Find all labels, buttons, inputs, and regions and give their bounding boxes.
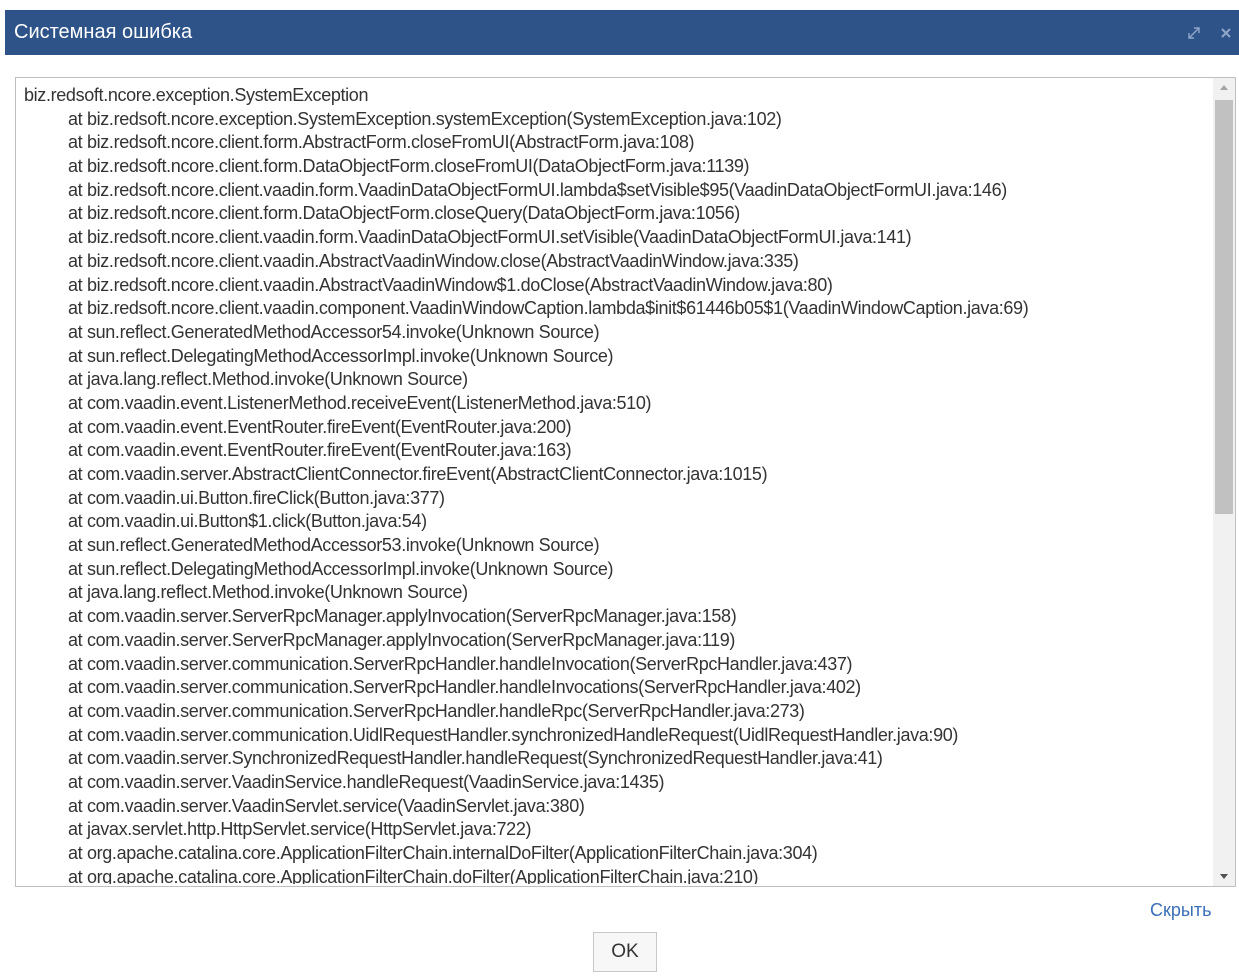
dialog-titlebar[interactable]: Системная ошибка	[5, 10, 1239, 55]
scroll-up-arrow-icon[interactable]	[1213, 78, 1235, 98]
stack-frame: at com.vaadin.server.communication.Serve…	[68, 653, 853, 674]
stack-frame: at com.vaadin.server.ServerRpcManager.ap…	[68, 606, 737, 627]
stack-frame: at java.lang.reflect.Method.invoke(Unkno…	[68, 582, 468, 603]
stack-frame: at com.vaadin.server.SynchronizedRequest…	[68, 748, 883, 769]
stack-trace-box[interactable]: biz.redsoft.ncore.exception.SystemExcept…	[15, 77, 1236, 887]
dialog-title: Системная ошибка	[14, 21, 193, 43]
stack-trace-text: biz.redsoft.ncore.exception.SystemExcept…	[24, 84, 1212, 884]
stack-frame: at biz.redsoft.ncore.client.vaadin.compo…	[68, 298, 1029, 319]
stack-frame: at org.apache.catalina.core.ApplicationF…	[68, 843, 818, 863]
maximize-icon[interactable]	[1185, 24, 1203, 42]
stack-frame: at sun.reflect.DelegatingMethodAccessorI…	[68, 558, 614, 579]
stack-frame: at com.vaadin.server.communication.UidlR…	[68, 724, 959, 745]
stack-frame: at com.vaadin.server.communication.Serve…	[68, 677, 861, 698]
stack-frame: at sun.reflect.GeneratedMethodAccessor53…	[68, 535, 600, 556]
exception-name: biz.redsoft.ncore.exception.SystemExcept…	[24, 85, 369, 105]
stack-frame: at com.vaadin.server.ServerRpcManager.ap…	[68, 629, 736, 650]
stack-frame: at com.vaadin.server.VaadinServlet.servi…	[68, 795, 585, 816]
stack-frame: at org.apache.catalina.core.ApplicationF…	[68, 866, 759, 884]
stack-frame: at com.vaadin.ui.Button$1.click(Button.j…	[68, 511, 427, 532]
stack-frame: at biz.redsoft.ncore.client.vaadin.Abstr…	[68, 250, 799, 271]
stack-frame: at com.vaadin.event.ListenerMethod.recei…	[68, 392, 652, 413]
scroll-thumb[interactable]	[1215, 100, 1233, 514]
stack-frame: at java.lang.reflect.Method.invoke(Unkno…	[68, 369, 468, 390]
stack-frame: at com.vaadin.server.AbstractClientConne…	[68, 464, 768, 484]
ok-button[interactable]: OK	[593, 932, 657, 972]
stack-frame: at biz.redsoft.ncore.client.form.Abstrac…	[68, 132, 695, 153]
close-icon[interactable]	[1217, 24, 1235, 42]
stack-frame: at com.vaadin.ui.Button.fireClick(Button…	[68, 487, 445, 508]
stack-frame: at biz.redsoft.ncore.client.form.DataObj…	[68, 203, 740, 224]
stack-frame: at sun.reflect.GeneratedMethodAccessor54…	[68, 321, 600, 342]
stack-frame: at sun.reflect.DelegatingMethodAccessorI…	[68, 345, 614, 366]
system-error-dialog: Системная ошибка biz.redsoft.ncore.excep…	[0, 0, 1239, 978]
stack-frame: at biz.redsoft.ncore.client.vaadin.Abstr…	[68, 274, 833, 295]
vertical-scrollbar[interactable]	[1213, 78, 1235, 886]
stack-frame: at com.vaadin.server.VaadinService.handl…	[68, 771, 665, 792]
scroll-down-arrow-icon[interactable]	[1213, 866, 1235, 886]
stack-frame: at com.vaadin.event.EventRouter.fireEven…	[68, 440, 572, 461]
stack-frame: at biz.redsoft.ncore.client.vaadin.form.…	[68, 227, 912, 248]
stack-frame: at com.vaadin.event.EventRouter.fireEven…	[68, 416, 572, 437]
hide-details-link[interactable]: Скрыть	[1150, 900, 1211, 921]
stack-frame: at biz.redsoft.ncore.client.form.DataObj…	[68, 156, 750, 177]
stack-frame: at javax.servlet.http.HttpServlet.servic…	[68, 819, 532, 840]
stack-frame: at biz.redsoft.ncore.exception.SystemExc…	[68, 108, 782, 129]
stack-frame: at biz.redsoft.ncore.client.vaadin.form.…	[68, 179, 1007, 200]
stack-frame: at com.vaadin.server.communication.Serve…	[68, 700, 805, 721]
